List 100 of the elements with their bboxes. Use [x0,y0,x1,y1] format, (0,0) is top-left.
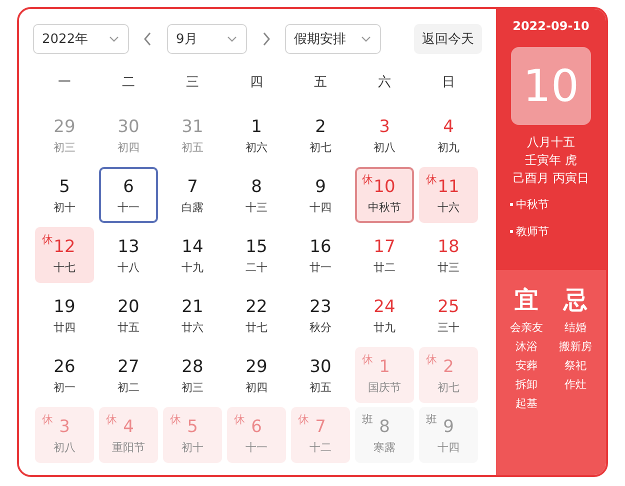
holiday-select[interactable]: 假期安排 [285,24,381,54]
date-cell[interactable]: 14 十九 [163,227,222,283]
rest-label: 休 [106,412,117,427]
lunar-date: 十三 [246,200,268,214]
almanac-item: 会亲友 [510,320,543,336]
month-select[interactable]: 9月 [167,24,247,54]
lunar-date: 初三 [182,380,204,394]
almanac-item: 作灶 [564,377,586,393]
lunar-date: 初九 [438,140,460,154]
day-number: 9 [315,176,326,198]
day-number: 19 [54,296,76,318]
lunar-date: 初二 [118,380,140,394]
date-cell[interactable]: 30 初四 [99,107,158,163]
lunar-date: 初十 [54,200,76,214]
day-number: 29 [54,116,76,138]
almanac-item: 沐浴 [516,339,538,355]
date-cell[interactable]: 25 三十 [419,287,478,343]
lunar-date: 廿四 [54,320,76,334]
date-cell[interactable]: 22 廿七 [227,287,286,343]
date-cell[interactable]: 27 初二 [99,347,158,403]
selected-day-number: 10 [511,47,591,125]
date-cell[interactable]: 7 白露 [163,167,222,223]
date-cell[interactable]: 5 初十 [35,167,94,223]
date-cell[interactable]: 18 廿三 [419,227,478,283]
date-cell[interactable]: 4 初九 [419,107,478,163]
almanac-heading: 宜 [514,285,538,316]
almanac-item: 搬新房 [559,339,592,355]
rest-label: 休 [42,232,53,247]
weekday-label: 四 [249,74,264,92]
date-cell[interactable]: 13 十八 [99,227,158,283]
year-select[interactable]: 2022年 [33,24,129,54]
day-number: 5 [187,416,198,438]
date-cell[interactable]: 9 十四 [291,167,350,223]
date-cell[interactable]: 28 初三 [163,347,222,403]
day-number: 6 [251,416,262,438]
weekday-label: 五 [313,74,328,92]
lunar-date: 十四 [438,440,460,454]
day-number: 23 [310,296,332,318]
date-cell[interactable]: 29 初三 [35,107,94,163]
rest-label: 休 [362,172,373,187]
lunar-date: 初四 [118,140,140,154]
date-cell[interactable]: 20 廿五 [99,287,158,343]
date-cell[interactable]: 24 廿九 [355,287,414,343]
date-cell[interactable]: 29 初四 [227,347,286,403]
day-number: 14 [182,236,204,258]
date-cell[interactable]: 17 廿二 [355,227,414,283]
lunar-date: 初五 [182,140,204,154]
day-number: 12 [54,236,76,258]
lunar-date: 初七 [310,140,332,154]
day-number: 3 [379,116,390,138]
lunar-date: 初五 [310,380,332,394]
date-cell[interactable]: 8 十三 [227,167,286,223]
day-number: 25 [438,296,460,318]
lunar-date: 初一 [54,380,76,394]
day-number: 7 [315,416,326,438]
day-number: 17 [374,236,396,258]
day-number: 2 [443,356,454,378]
rest-label: 休 [234,412,245,427]
day-number: 18 [438,236,460,258]
date-cell[interactable]: 21 廿六 [163,287,222,343]
rest-label: 休 [170,412,181,427]
day-number: 5 [59,176,70,198]
day-number: 29 [246,356,268,378]
day-number: 30 [118,116,140,138]
weekday-label: 一 [57,74,72,92]
date-cell[interactable]: 3 初八 [355,107,414,163]
almanac-item: 结婚 [564,320,586,336]
date-cell[interactable]: 26 初一 [35,347,94,403]
lunar-date: 初七 [438,380,460,394]
date-cell[interactable]: 31 初五 [163,107,222,163]
day-number: 20 [118,296,140,318]
day-number: 9 [443,416,454,438]
day-number: 13 [118,236,140,258]
date-cell[interactable]: 6 十一 [99,167,158,223]
rest-label: 休 [426,172,437,187]
date-cell[interactable]: 19 廿四 [35,287,94,343]
back-to-today-button[interactable]: 返回今天 [414,24,482,54]
festival-name: 中秋节 [516,197,549,212]
lunar-date: 廿二 [374,260,396,274]
date-cell[interactable]: 2 初七 [291,107,350,163]
date-cell[interactable]: 15 二十 [227,227,286,283]
lunar-date: 十四 [310,200,332,214]
rest-label: 休 [426,352,437,367]
date-cell[interactable]: 1 初六 [227,107,286,163]
bullet-icon [510,230,513,233]
lunar-date: 二十 [246,260,268,274]
day-number: 24 [374,296,396,318]
lunar-date: 十六 [438,200,460,214]
day-number: 27 [118,356,140,378]
weekday-label: 三 [185,74,200,92]
lunar-info: 壬寅年 虎 [525,152,577,169]
lunar-date: 十八 [118,260,140,274]
day-number: 10 [374,176,396,198]
day-number: 2 [315,116,326,138]
rest-label: 休 [298,412,309,427]
date-cell[interactable]: 23 秋分 [291,287,350,343]
lunar-date: 国庆节 [368,380,401,394]
date-cell[interactable]: 30 初五 [291,347,350,403]
date-cell[interactable]: 16 廿一 [291,227,350,283]
day-number: 8 [251,176,262,198]
